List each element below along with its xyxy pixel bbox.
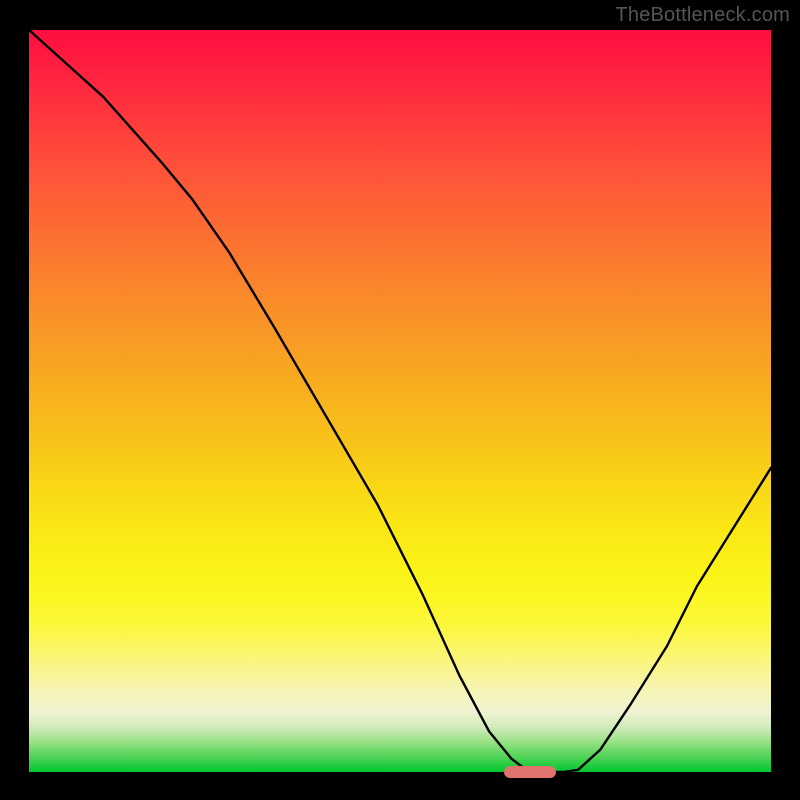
watermark-text: TheBottleneck.com: [615, 4, 790, 27]
curve-path: [29, 30, 771, 772]
chart-container: TheBottleneck.com: [0, 0, 800, 800]
plot-area: [29, 30, 771, 772]
optimal-range-marker: [504, 766, 556, 778]
bottleneck-curve: [29, 30, 771, 772]
